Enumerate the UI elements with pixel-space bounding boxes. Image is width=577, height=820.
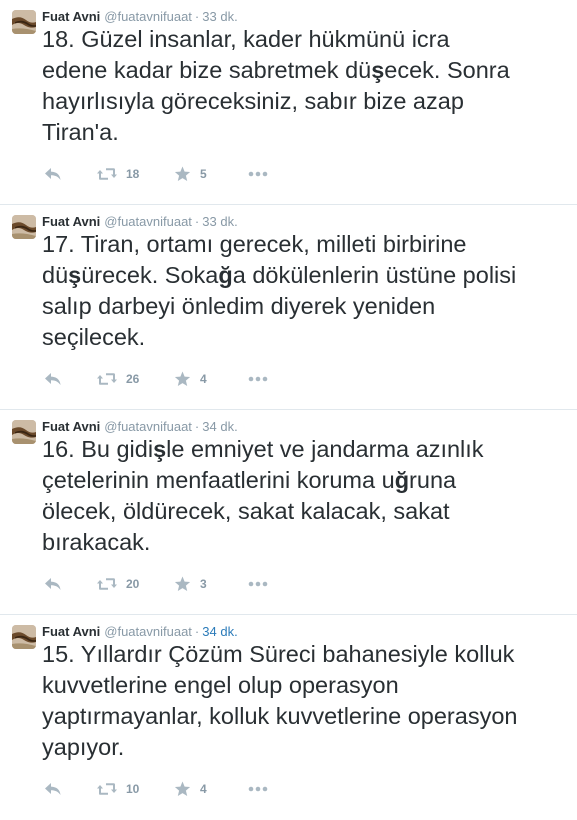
star-icon (174, 576, 191, 592)
author-name[interactable]: Fuat Avni (42, 419, 100, 434)
tweet-header: Fuat Avni @fuatavnifuaat · 33 dk. (42, 214, 238, 230)
retweet-count: 26 (126, 372, 140, 386)
avatar[interactable] (12, 420, 36, 444)
retweet-count: 18 (126, 167, 140, 181)
reply-button[interactable] (44, 782, 96, 796)
reply-icon (44, 372, 62, 386)
more-options-button[interactable] (248, 786, 268, 792)
more-dots-icon (248, 171, 268, 177)
tweet-item[interactable]: Fuat Avni @fuatavnifuaat · 33 dk. 17. Tiran… (0, 205, 577, 410)
tweet-text: 16. Bu gidişle emniyet ve jandarma azınl… (42, 436, 484, 555)
more-dots-icon (248, 786, 268, 792)
tweet-actions: 26 4 (44, 369, 268, 389)
author-name[interactable]: Fuat Avni (42, 624, 100, 639)
retweet-icon (96, 782, 118, 796)
favorite-count: 4 (200, 782, 207, 796)
more-dots-icon (248, 581, 268, 587)
retweet-button[interactable]: 26 (96, 372, 174, 386)
reply-icon (44, 782, 62, 796)
reply-button[interactable] (44, 372, 96, 386)
retweet-icon (96, 167, 118, 181)
tweet-text: 18. Güzel insanlar, kader hükmünü icra e… (42, 26, 510, 145)
favorite-count: 5 (200, 167, 207, 181)
retweet-button[interactable]: 20 (96, 577, 174, 591)
star-icon (174, 781, 191, 797)
tweet-header: Fuat Avni @fuatavnifuaat · 34 dk. (42, 419, 238, 435)
separator-dot: · (194, 624, 200, 639)
retweet-count: 10 (126, 782, 140, 796)
more-options-button[interactable] (248, 376, 268, 382)
retweet-icon (96, 372, 118, 386)
tweet-item[interactable]: Fuat Avni @fuatavnifuaat · 33 dk. 18. Güzel… (0, 0, 577, 205)
tweet-text: 15. Yıllardır Çözüm Süreci bahanesiyle k… (42, 641, 518, 760)
avatar[interactable] (12, 215, 36, 239)
separator-dot: · (194, 214, 200, 229)
avatar[interactable] (12, 10, 36, 34)
tweet-timestamp[interactable]: 34 dk. (202, 624, 237, 639)
star-icon (174, 166, 191, 182)
reply-icon (44, 167, 62, 181)
favorite-count: 3 (200, 577, 207, 591)
tweet-header: Fuat Avni @fuatavnifuaat · 34 dk. (42, 624, 238, 640)
favorite-button[interactable]: 4 (174, 781, 248, 797)
separator-dot: · (194, 9, 200, 24)
author-name[interactable]: Fuat Avni (42, 214, 100, 229)
favorite-count: 4 (200, 372, 207, 386)
tweet-actions: 10 4 (44, 779, 268, 799)
reply-icon (44, 577, 62, 591)
tweet-actions: 20 3 (44, 574, 268, 594)
tweet-timestamp[interactable]: 33 dk. (202, 9, 237, 24)
tweet-header: Fuat Avni @fuatavnifuaat · 33 dk. (42, 9, 238, 25)
tweet-actions: 18 5 (44, 164, 268, 184)
more-options-button[interactable] (248, 171, 268, 177)
retweet-icon (96, 577, 118, 591)
separator-dot: · (194, 419, 200, 434)
avatar[interactable] (12, 625, 36, 649)
author-handle[interactable]: @fuatavnifuaat (104, 419, 192, 434)
favorite-button[interactable]: 3 (174, 576, 248, 592)
author-handle[interactable]: @fuatavnifuaat (104, 214, 192, 229)
reply-button[interactable] (44, 577, 96, 591)
retweet-button[interactable]: 10 (96, 782, 174, 796)
tweet-timestamp[interactable]: 33 dk. (202, 214, 237, 229)
tweet-timeline: Fuat Avni @fuatavnifuaat · 33 dk. 18. Güzel… (0, 0, 577, 820)
author-handle[interactable]: @fuatavnifuaat (104, 9, 192, 24)
favorite-button[interactable]: 4 (174, 371, 248, 387)
more-dots-icon (248, 376, 268, 382)
tweet-item[interactable]: Fuat Avni @fuatavnifuaat · 34 dk. 16. Bu gi… (0, 410, 577, 615)
tweet-timestamp[interactable]: 34 dk. (202, 419, 237, 434)
tweet-item[interactable]: Fuat Avni @fuatavnifuaat · 34 dk. 15. Yılla… (0, 615, 577, 820)
author-handle[interactable]: @fuatavnifuaat (104, 624, 192, 639)
retweet-button[interactable]: 18 (96, 167, 174, 181)
reply-button[interactable] (44, 167, 96, 181)
favorite-button[interactable]: 5 (174, 166, 248, 182)
star-icon (174, 371, 191, 387)
tweet-text: 17. Tiran, ortamı gerecek, milleti birbi… (42, 231, 517, 350)
author-name[interactable]: Fuat Avni (42, 9, 100, 24)
retweet-count: 20 (126, 577, 140, 591)
more-options-button[interactable] (248, 581, 268, 587)
